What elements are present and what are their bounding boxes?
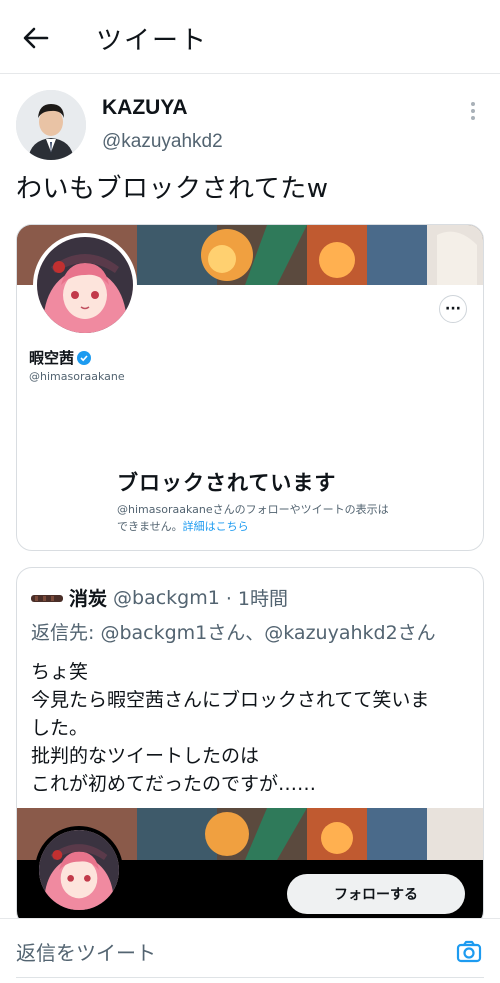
top-bar: ツイート — [0, 0, 500, 74]
profile-name: 暇空茜 — [29, 347, 92, 368]
camera-icon — [456, 940, 482, 963]
reply-divider — [16, 977, 484, 978]
quoted-line: 批判的なツイートしたのは — [31, 745, 260, 767]
charcoal-emoji-icon — [31, 594, 63, 602]
verified-badge-icon — [77, 350, 92, 365]
profile-more-button[interactable]: ··· — [439, 295, 467, 323]
author-avatar[interactable] — [16, 90, 86, 160]
quoted-author-name: 消炭 — [69, 588, 108, 610]
quoted-tweet[interactable]: 消炭 @backgm1 · 1時間 返信先: @backgm1さん、@kazuy… — [16, 567, 484, 927]
attached-image-blocked-profile[interactable]: ··· 暇空茜 @himasoraakane ブロックされています @himas… — [16, 224, 484, 551]
learn-more-link[interactable]: 詳細はこちら — [183, 520, 249, 533]
more-options-button[interactable] — [462, 100, 484, 122]
back-button[interactable] — [20, 22, 52, 54]
page-title: ツイート — [96, 26, 209, 56]
blocked-description: @himasoraakaneさんのフォローやツイートの表示は できません。詳細は… — [117, 501, 407, 535]
kebab-dot-icon — [471, 116, 475, 120]
blocked-desc-line2: できません。 — [117, 520, 183, 533]
quoted-line: これが初めてだったのですが…… — [31, 773, 317, 795]
kebab-dot-icon — [471, 109, 475, 113]
quoted-line: ちょ笑 — [31, 661, 89, 683]
quoted-image-avatar — [35, 826, 123, 914]
quoted-author-handle: @backgm1 — [113, 586, 220, 609]
author-handle[interactable]: @kazuyahkd2 — [102, 131, 223, 153]
quoted-line: 今見たら暇空茜さんにブロックされてて笑いま — [31, 689, 430, 711]
blocked-title: ブロックされています — [117, 471, 337, 495]
quoted-tweet-text: ちょ笑 今見たら暇空茜さんにブロックされてて笑いま した。 批判的なツイートした… — [31, 658, 429, 798]
reply-bar: 返信をツイート — [0, 918, 500, 983]
quoted-line: した。 — [31, 717, 89, 739]
anime-character-icon — [37, 237, 133, 333]
person-photo-icon — [16, 90, 86, 160]
profile-avatar — [33, 233, 137, 337]
quoted-tweet-time: · 1時間 — [225, 588, 288, 610]
quoted-tweet-header: 消炭 @backgm1 · 1時間 — [31, 584, 288, 611]
back-arrow-icon — [23, 27, 49, 49]
camera-button[interactable] — [456, 939, 482, 965]
replying-to: 返信先: @backgm1さん、@kazuyahkd2さん — [31, 622, 436, 644]
reply-input[interactable]: 返信をツイート — [16, 937, 156, 966]
follow-button[interactable]: フォローする — [287, 874, 465, 914]
tweet-text: わいもブロックされてたw — [16, 174, 329, 204]
profile-name-text: 暇空茜 — [29, 349, 75, 367]
kebab-dot-icon — [471, 102, 475, 106]
profile-handle: @himasoraakane — [29, 370, 125, 383]
anime-character-icon — [39, 830, 119, 910]
blocked-desc-line1: @himasoraakaneさんのフォローやツイートの表示は — [117, 503, 389, 516]
author-name[interactable]: KAZUYA — [102, 96, 188, 120]
